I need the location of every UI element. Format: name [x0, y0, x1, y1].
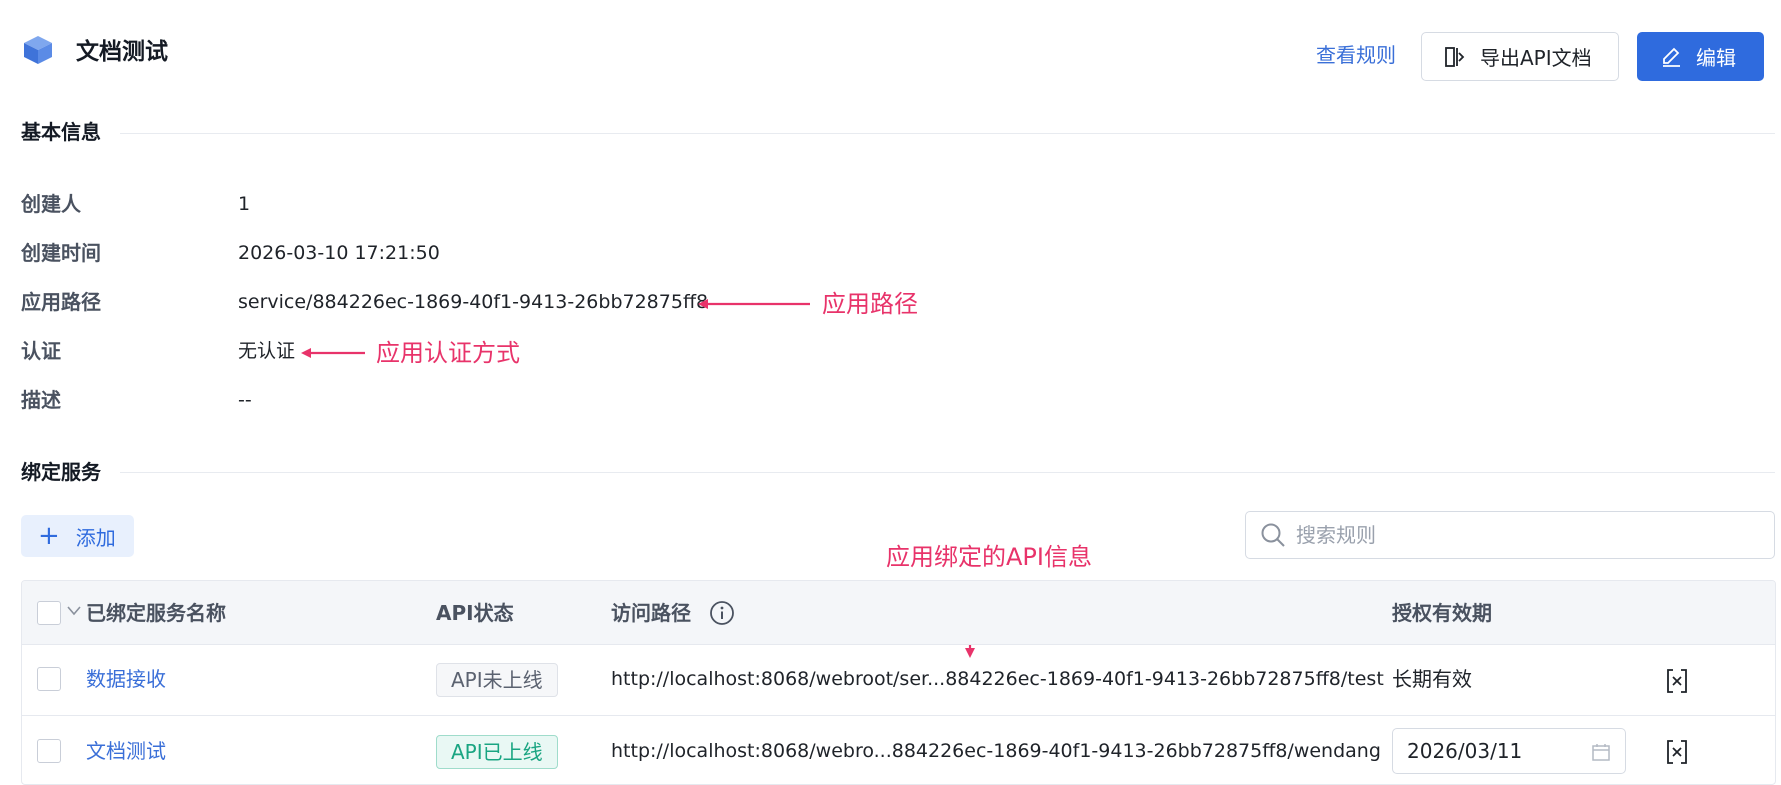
row-checkbox[interactable] [37, 739, 61, 763]
service-name-link[interactable]: 文档测试 [86, 737, 166, 765]
col-validity: 授权有效期 [1392, 601, 1492, 625]
table-header: 已绑定服务名称 API状态 访问路径 授权有效期 [22, 581, 1775, 645]
app-path-arrow-icon [698, 299, 810, 309]
app-path-label: 应用路径 [21, 290, 101, 314]
validity-date-input[interactable]: 2026/03/11 [1392, 728, 1626, 774]
status-badge: API已上线 [436, 735, 558, 769]
unbind-icon[interactable] [1665, 668, 1689, 694]
creator-label: 创建人 [21, 192, 81, 216]
view-rules-link[interactable]: 查看规则 [1316, 40, 1396, 70]
validity-value: 长期有效 [1392, 667, 1472, 691]
bound-services-table: 已绑定服务名称 API状态 访问路径 授权有效期 数据接收 API未上线 htt… [21, 580, 1776, 785]
auth-value: 无认证 [238, 340, 296, 362]
add-service-button[interactable]: + 添加 [21, 515, 134, 557]
auth-label: 认证 [21, 339, 61, 363]
bound-api-annotation: 应用绑定的API信息 [886, 543, 1092, 571]
app-logo-icon [24, 36, 52, 64]
chevron-down-icon[interactable] [66, 605, 82, 617]
basic-info-title: 基本信息 [21, 120, 101, 144]
info-icon[interactable] [709, 600, 735, 626]
page-title: 文档测试 [76, 39, 168, 65]
unbind-icon[interactable] [1665, 739, 1689, 765]
created-time-label: 创建时间 [21, 241, 101, 265]
add-label: 添加 [75, 525, 116, 550]
validity-date-value: 2026/03/11 [1407, 739, 1523, 763]
auth-arrow-icon [301, 348, 365, 358]
row-checkbox[interactable] [37, 667, 61, 691]
col-api-status: API状态 [436, 601, 514, 625]
bound-services-title: 绑定服务 [21, 460, 101, 484]
access-path: http://localhost:8068/webro...884226ec-1… [611, 740, 1381, 762]
auth-annotation: 应用认证方式 [376, 339, 520, 367]
export-api-doc-button[interactable]: 导出API文档 [1421, 32, 1619, 81]
table-row: 文档测试 API已上线 http://localhost:8068/webro.… [22, 716, 1775, 784]
status-badge: API未上线 [436, 663, 558, 697]
app-path-annotation: 应用路径 [822, 290, 918, 318]
calendar-icon [1592, 744, 1610, 761]
plus-icon: + [38, 521, 60, 551]
service-name-link[interactable]: 数据接收 [86, 665, 166, 693]
search-icon [1261, 523, 1285, 547]
col-access-path: 访问路径 [611, 601, 691, 625]
access-path: http://localhost:8068/webroot/ser...8842… [611, 668, 1384, 690]
col-service-name: 已绑定服务名称 [86, 601, 226, 625]
export-icon [1445, 46, 1465, 67]
table-row: 数据接收 API未上线 http://localhost:8068/webroo… [22, 645, 1775, 716]
description-value: -- [238, 389, 252, 411]
export-label: 导出API文档 [1480, 46, 1592, 70]
app-path-value: service/884226ec-1869-40f1-9413-26bb7287… [238, 291, 709, 313]
creator-value: 1 [238, 193, 251, 215]
search-box[interactable] [1245, 511, 1775, 559]
basic-info-divider [120, 133, 1775, 134]
bound-services-divider [120, 472, 1775, 473]
description-label: 描述 [21, 388, 61, 412]
select-all-checkbox[interactable] [37, 601, 61, 625]
edit-button[interactable]: 编辑 [1637, 32, 1764, 81]
created-time-value: 2026-03-10 17:21:50 [238, 242, 440, 264]
edit-pencil-icon [1663, 47, 1680, 67]
search-input[interactable] [1296, 523, 1756, 547]
edit-label: 编辑 [1696, 46, 1736, 70]
